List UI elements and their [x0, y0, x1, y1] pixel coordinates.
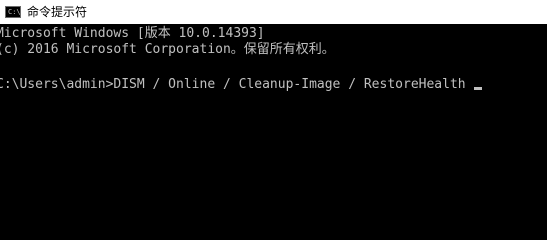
console-command-line[interactable]: C:\Users\admin>DISM / Online / Cleanup-I… — [0, 75, 482, 95]
console-line-copyright: (c) 2016 Microsoft Corporation。保留所有权利。 — [0, 42, 335, 57]
window-title: 命令提示符 — [27, 5, 88, 19]
title-bar[interactable]: C:\ 命令提示符 — [0, 0, 547, 24]
command-text: C:\Users\admin>DISM / Online / Cleanup-I… — [0, 77, 466, 92]
text-cursor — [473, 87, 482, 90]
console-output[interactable]: Microsoft Windows [版本 10.0.14393] (c) 20… — [0, 24, 547, 239]
command-prompt-window: C:\ 命令提示符 Microsoft Windows [版本 10.0.143… — [0, 0, 547, 239]
cmd-icon-glyph: C:\ — [8, 8, 21, 16]
cmd-icon[interactable]: C:\ — [5, 6, 21, 18]
